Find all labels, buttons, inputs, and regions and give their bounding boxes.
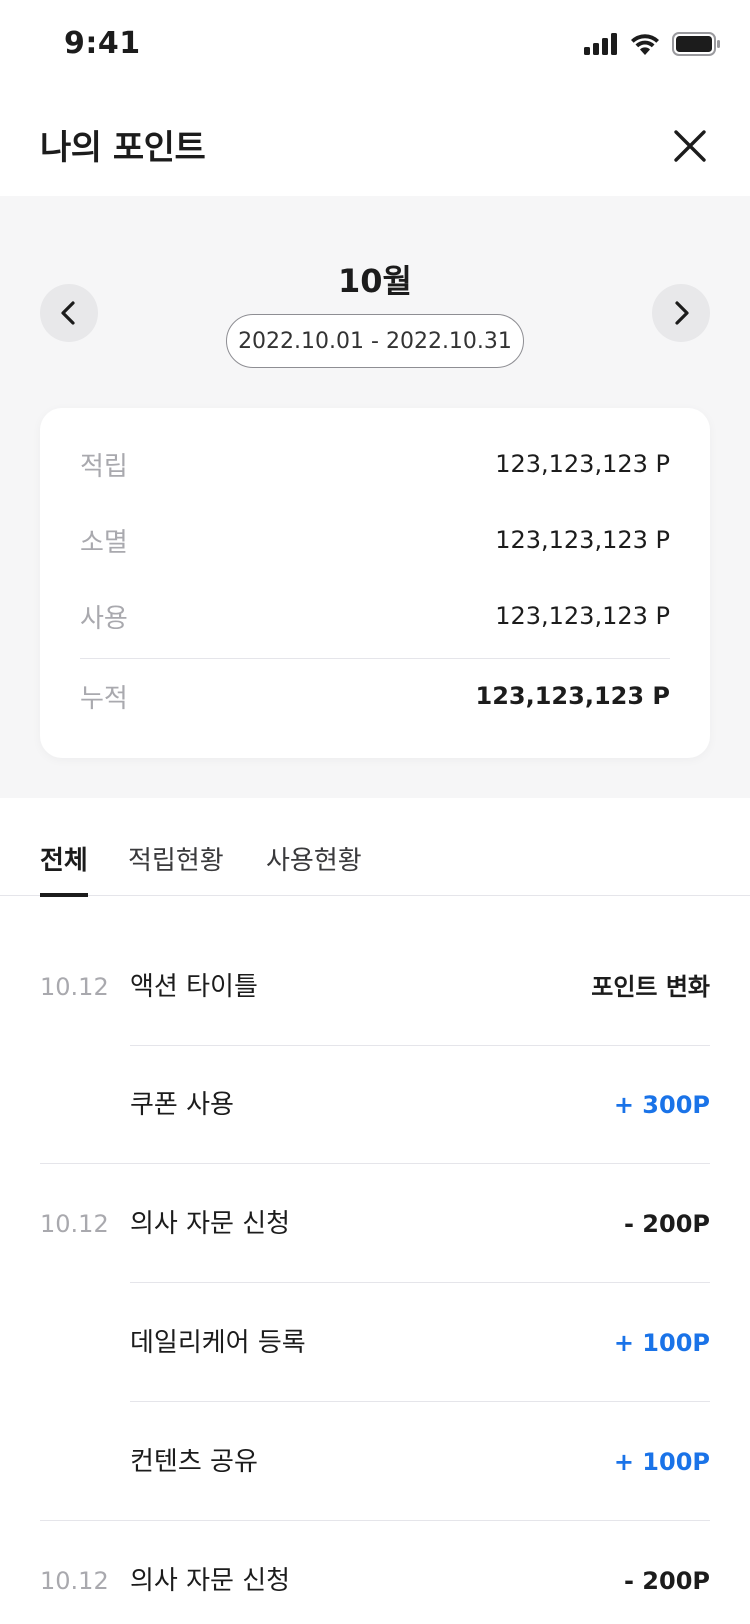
summary-label: 누적 [80, 683, 128, 714]
history-title: 데일리케어 등록 [130, 1328, 306, 1358]
summary-row-used: 사용 123,123,123 P [80, 596, 670, 636]
summary-row-total: 누적 123,123,123 P [80, 676, 670, 716]
page-title: 나의 포인트 [40, 128, 206, 168]
status-icons [584, 32, 720, 56]
tab-used[interactable]: 사용현황 [266, 840, 362, 896]
history-title: 액션 타이틀 [130, 972, 258, 1002]
wifi-icon [631, 34, 659, 55]
history-date: 10.12 [40, 1567, 109, 1595]
history-header-row: 10.12 액션 타이틀 포인트 변화 [40, 928, 710, 1046]
battery-icon [672, 32, 720, 56]
divider [130, 1282, 710, 1283]
history-title: 의사 자문 신청 [130, 1566, 291, 1596]
history-title: 컨텐츠 공유 [130, 1447, 258, 1477]
summary-row-expired: 소멸 123,123,123 P [80, 520, 670, 560]
history-row: 컨텐츠 공유 + 100P [40, 1403, 710, 1521]
history-title: 쿠폰 사용 [130, 1090, 234, 1120]
history-value: - 200P [623, 1567, 710, 1595]
divider [40, 1163, 710, 1164]
summary-row-earned: 적립 123,123,123 P [80, 444, 670, 484]
signal-icon [584, 33, 617, 55]
header: 나의 포인트 [0, 100, 750, 196]
history-value: + 100P [613, 1329, 710, 1357]
summary-label: 적립 [80, 451, 128, 482]
chevron-left-icon [61, 301, 75, 325]
filter-tabs: 전체 적립현황 사용현황 [0, 798, 750, 897]
month-title: 10월 [338, 262, 412, 300]
summary-value: 123,123,123 P [495, 602, 670, 630]
summary-total-value: 123,123,123 P [475, 682, 670, 710]
close-icon [674, 130, 706, 162]
history-row: 쿠폰 사용 + 300P [40, 1046, 710, 1164]
divider [80, 658, 670, 659]
summary-label: 사용 [80, 603, 128, 634]
history-title: 의사 자문 신청 [130, 1209, 291, 1239]
tab-all[interactable]: 전체 [40, 840, 88, 897]
tab-earned[interactable]: 적립현황 [128, 840, 224, 896]
next-month-button[interactable] [652, 284, 710, 342]
summary-label: 소멸 [80, 527, 128, 558]
history-value: 포인트 변화 [591, 973, 710, 1001]
history-date: 10.12 [40, 1210, 109, 1238]
history-date: 10.12 [40, 973, 109, 1001]
chevron-right-icon [675, 301, 689, 325]
date-range-pill[interactable]: 2022.10.01 - 2022.10.31 [226, 314, 524, 368]
history-value: + 100P [613, 1448, 710, 1476]
divider [130, 1401, 710, 1402]
summary-card: 적립 123,123,123 P 소멸 123,123,123 P 사용 123… [40, 408, 710, 758]
history-row: 10.12 의사 자문 신청 - 200P [40, 1165, 710, 1283]
points-summary: 10월 2022.10.01 - 2022.10.31 적립 123,123,1… [0, 196, 750, 798]
close-button[interactable] [670, 126, 710, 166]
history-value: - 200P [623, 1210, 710, 1238]
history-row: 10.12 의사 자문 신청 - 200P [40, 1522, 710, 1624]
summary-value: 123,123,123 P [495, 450, 670, 478]
status-bar: 9:41 [0, 0, 750, 92]
history-row: 데일리케어 등록 + 100P [40, 1284, 710, 1402]
summary-value: 123,123,123 P [495, 526, 670, 554]
history-value: + 300P [613, 1091, 710, 1119]
status-time: 9:41 [64, 26, 141, 61]
divider [40, 1520, 710, 1521]
